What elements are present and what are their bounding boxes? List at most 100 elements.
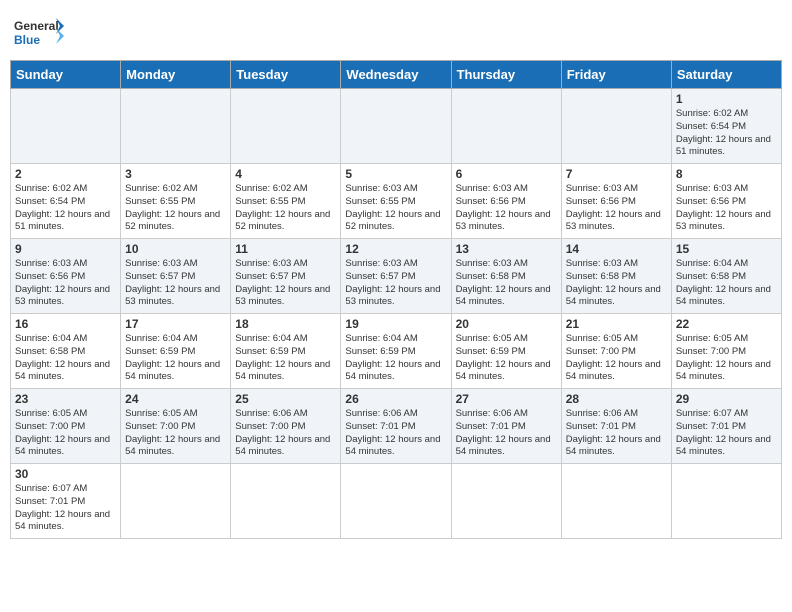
day-number: 21 — [566, 317, 667, 331]
calendar-cell — [561, 464, 671, 539]
day-number: 14 — [566, 242, 667, 256]
day-info: Sunrise: 6:03 AMSunset: 6:58 PMDaylight:… — [566, 258, 667, 309]
calendar-cell: 2 Sunrise: 6:02 AMSunset: 6:54 PMDaylight… — [11, 164, 121, 239]
day-number: 11 — [235, 242, 336, 256]
day-number: 22 — [676, 317, 777, 331]
calendar-cell — [341, 464, 451, 539]
calendar-cell — [671, 464, 781, 539]
calendar-cell — [561, 89, 671, 164]
calendar-cell: 10Sunrise: 6:03 AMSunset: 6:57 PMDayligh… — [121, 239, 231, 314]
calendar-cell: 25 Sunrise: 6:06 AMSunset: 7:00 PMDayligh… — [231, 389, 341, 464]
day-number: 20 — [456, 317, 557, 331]
day-info: Sunrise: 6:05 AMSunset: 6:59 PMDaylight:… — [456, 333, 557, 384]
calendar-cell: 5Sunrise: 6:03 AMSunset: 6:55 PMDaylight… — [341, 164, 451, 239]
logo: General Blue — [14, 14, 64, 54]
day-info: Sunrise: 6:02 AMSunset: 6:55 PMDaylight:… — [235, 183, 336, 234]
calendar-cell — [231, 89, 341, 164]
day-info: Sunrise: 6:03 AMSunset: 6:57 PMDaylight:… — [125, 258, 226, 309]
day-info: Sunrise: 6:03 AMSunset: 6:58 PMDaylight:… — [456, 258, 557, 309]
day-header-wednesday: Wednesday — [341, 61, 451, 89]
calendar-cell: 19 Sunrise: 6:04 AMSunset: 6:59 PMDayligh… — [341, 314, 451, 389]
calendar-cell — [451, 464, 561, 539]
day-info: Sunrise: 6:04 AMSunset: 6:59 PMDaylight:… — [125, 333, 226, 384]
calendar-cell: 4Sunrise: 6:02 AMSunset: 6:55 PMDaylight… — [231, 164, 341, 239]
calendar-cell — [11, 89, 121, 164]
day-number: 29 — [676, 392, 777, 406]
day-info: Sunrise: 6:06 AMSunset: 7:00 PMDaylight:… — [235, 408, 336, 459]
day-info: Sunrise: 6:05 AMSunset: 7:00 PMDaylight:… — [566, 333, 667, 384]
day-info: Sunrise: 6:02 AMSunset: 6:54 PMDaylight:… — [676, 108, 777, 159]
day-info: Sunrise: 6:04 AMSunset: 6:58 PMDaylight:… — [676, 258, 777, 309]
calendar-cell: 30 Sunrise: 6:07 AMSunset: 7:01 PMDayligh… — [11, 464, 121, 539]
day-number: 9 — [15, 242, 116, 256]
day-info: Sunrise: 6:05 AMSunset: 7:00 PMDaylight:… — [15, 408, 116, 459]
calendar-cell: 28Sunrise: 6:06 AMSunset: 7:01 PMDayligh… — [561, 389, 671, 464]
day-number: 2 — [15, 167, 116, 181]
day-number: 1 — [676, 92, 777, 106]
day-info: Sunrise: 6:06 AMSunset: 7:01 PMDaylight:… — [456, 408, 557, 459]
day-info: Sunrise: 6:03 AMSunset: 6:57 PMDaylight:… — [345, 258, 446, 309]
calendar-cell: 24Sunrise: 6:05 AMSunset: 7:00 PMDayligh… — [121, 389, 231, 464]
calendar-cell: 13 Sunrise: 6:03 AMSunset: 6:58 PMDayligh… — [451, 239, 561, 314]
calendar-week-5: 30 Sunrise: 6:07 AMSunset: 7:01 PMDayligh… — [11, 464, 782, 539]
day-header-thursday: Thursday — [451, 61, 561, 89]
calendar-cell: 12Sunrise: 6:03 AMSunset: 6:57 PMDayligh… — [341, 239, 451, 314]
calendar-cell — [341, 89, 451, 164]
day-info: Sunrise: 6:02 AMSunset: 6:54 PMDaylight:… — [15, 183, 116, 234]
page-header: General Blue — [10, 10, 782, 54]
calendar-week-4: 23Sunrise: 6:05 AMSunset: 7:00 PMDayligh… — [11, 389, 782, 464]
day-number: 13 — [456, 242, 557, 256]
calendar-cell — [121, 89, 231, 164]
day-header-monday: Monday — [121, 61, 231, 89]
day-number: 8 — [676, 167, 777, 181]
calendar-cell: 23Sunrise: 6:05 AMSunset: 7:00 PMDayligh… — [11, 389, 121, 464]
calendar-cell: 15 Sunrise: 6:04 AMSunset: 6:58 PMDayligh… — [671, 239, 781, 314]
day-header-saturday: Saturday — [671, 61, 781, 89]
day-info: Sunrise: 6:06 AMSunset: 7:01 PMDaylight:… — [345, 408, 446, 459]
day-info: Sunrise: 6:03 AMSunset: 6:56 PMDaylight:… — [566, 183, 667, 234]
calendar-cell: 20 Sunrise: 6:05 AMSunset: 6:59 PMDayligh… — [451, 314, 561, 389]
day-number: 18 — [235, 317, 336, 331]
day-info: Sunrise: 6:02 AMSunset: 6:55 PMDaylight:… — [125, 183, 226, 234]
svg-text:General: General — [14, 19, 59, 33]
day-info: Sunrise: 6:07 AMSunset: 7:01 PMDaylight:… — [15, 483, 116, 534]
day-info: Sunrise: 6:04 AMSunset: 6:59 PMDaylight:… — [235, 333, 336, 384]
calendar-cell: 18 Sunrise: 6:04 AMSunset: 6:59 PMDayligh… — [231, 314, 341, 389]
calendar-cell: 9 Sunrise: 6:03 AMSunset: 6:56 PMDaylight… — [11, 239, 121, 314]
day-info: Sunrise: 6:03 AMSunset: 6:56 PMDaylight:… — [15, 258, 116, 309]
calendar-cell: 16Sunrise: 6:04 AMSunset: 6:58 PMDayligh… — [11, 314, 121, 389]
day-number: 19 — [345, 317, 446, 331]
day-number: 17 — [125, 317, 226, 331]
day-info: Sunrise: 6:03 AMSunset: 6:56 PMDaylight:… — [456, 183, 557, 234]
calendar-cell: 14 Sunrise: 6:03 AMSunset: 6:58 PMDayligh… — [561, 239, 671, 314]
logo-icon: General Blue — [14, 14, 64, 54]
day-number: 26 — [345, 392, 446, 406]
day-header-sunday: Sunday — [11, 61, 121, 89]
calendar-cell: 26 Sunrise: 6:06 AMSunset: 7:01 PMDayligh… — [341, 389, 451, 464]
day-info: Sunrise: 6:06 AMSunset: 7:01 PMDaylight:… — [566, 408, 667, 459]
calendar-cell: 17 Sunrise: 6:04 AMSunset: 6:59 PMDayligh… — [121, 314, 231, 389]
day-info: Sunrise: 6:04 AMSunset: 6:59 PMDaylight:… — [345, 333, 446, 384]
day-number: 24 — [125, 392, 226, 406]
day-info: Sunrise: 6:03 AMSunset: 6:57 PMDaylight:… — [235, 258, 336, 309]
day-number: 25 — [235, 392, 336, 406]
calendar-week-2: 9 Sunrise: 6:03 AMSunset: 6:56 PMDaylight… — [11, 239, 782, 314]
day-number: 5 — [345, 167, 446, 181]
calendar-cell: 21 Sunrise: 6:05 AMSunset: 7:00 PMDayligh… — [561, 314, 671, 389]
calendar-cell: 3Sunrise: 6:02 AMSunset: 6:55 PMDaylight… — [121, 164, 231, 239]
day-number: 30 — [15, 467, 116, 481]
calendar-week-1: 2 Sunrise: 6:02 AMSunset: 6:54 PMDaylight… — [11, 164, 782, 239]
day-headers-row: SundayMondayTuesdayWednesdayThursdayFrid… — [11, 61, 782, 89]
day-number: 27 — [456, 392, 557, 406]
day-header-tuesday: Tuesday — [231, 61, 341, 89]
day-header-friday: Friday — [561, 61, 671, 89]
calendar-cell: 22Sunrise: 6:05 AMSunset: 7:00 PMDayligh… — [671, 314, 781, 389]
day-number: 6 — [456, 167, 557, 181]
day-info: Sunrise: 6:03 AMSunset: 6:56 PMDaylight:… — [676, 183, 777, 234]
day-info: Sunrise: 6:04 AMSunset: 6:58 PMDaylight:… — [15, 333, 116, 384]
calendar-week-3: 16Sunrise: 6:04 AMSunset: 6:58 PMDayligh… — [11, 314, 782, 389]
calendar-table: SundayMondayTuesdayWednesdayThursdayFrid… — [10, 60, 782, 539]
calendar-cell — [231, 464, 341, 539]
day-number: 15 — [676, 242, 777, 256]
svg-text:Blue: Blue — [14, 33, 40, 47]
